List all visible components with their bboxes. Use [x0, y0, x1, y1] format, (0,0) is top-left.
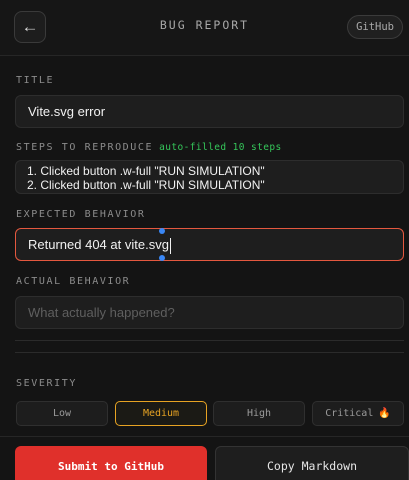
- steps-autofill-hint: auto-filled 10 steps: [159, 142, 282, 153]
- footer-divider: [0, 436, 409, 437]
- title-input[interactable]: Vite.svg error: [15, 95, 404, 128]
- expected-input[interactable]: Returned 404 at vite.svg: [15, 228, 404, 261]
- steps-label: STEPS TO REPRODUCE auto-filled 10 steps: [16, 142, 282, 153]
- github-button[interactable]: GitHub: [347, 15, 403, 39]
- submit-to-github-button[interactable]: Submit to GitHub: [15, 446, 207, 480]
- flame-icon: 🔥: [378, 408, 391, 419]
- expected-input-value: Returned 404 at vite.svg: [28, 237, 169, 252]
- steps-line: 2. Clicked button .w-full "RUN SIMULATIO…: [27, 178, 265, 192]
- severity-high-button[interactable]: High: [213, 401, 305, 426]
- actual-label: ACTUAL BEHAVIOR: [16, 276, 131, 287]
- severity-critical-label: Critical: [325, 408, 374, 419]
- section-divider: [15, 340, 404, 341]
- steps-textarea[interactable]: 1. Clicked button .w-full "RUN SIMULATIO…: [15, 160, 404, 194]
- severity-label: SEVERITY: [16, 378, 77, 389]
- title-input-value: Vite.svg error: [28, 104, 106, 119]
- severity-low-button[interactable]: Low: [16, 401, 108, 426]
- header-bar: ← BUG REPORT GitHub: [0, 0, 409, 56]
- steps-line: 1. Clicked button .w-full "RUN SIMULATIO…: [27, 164, 265, 178]
- title-label: TITLE: [16, 75, 55, 86]
- steps-label-text: STEPS TO REPRODUCE: [16, 142, 154, 153]
- selection-handle-bottom[interactable]: [159, 255, 165, 261]
- severity-critical-button[interactable]: Critical 🔥: [312, 401, 404, 426]
- expected-label: EXPECTED BEHAVIOR: [16, 209, 146, 220]
- text-caret: [169, 237, 171, 254]
- actual-input-placeholder: What actually happened?: [28, 305, 175, 320]
- section-divider: [15, 352, 404, 353]
- severity-medium-button[interactable]: Medium: [115, 401, 207, 426]
- copy-markdown-button[interactable]: Copy Markdown: [215, 446, 409, 480]
- actual-input[interactable]: What actually happened?: [15, 296, 404, 329]
- selection-handle-top[interactable]: [159, 228, 165, 234]
